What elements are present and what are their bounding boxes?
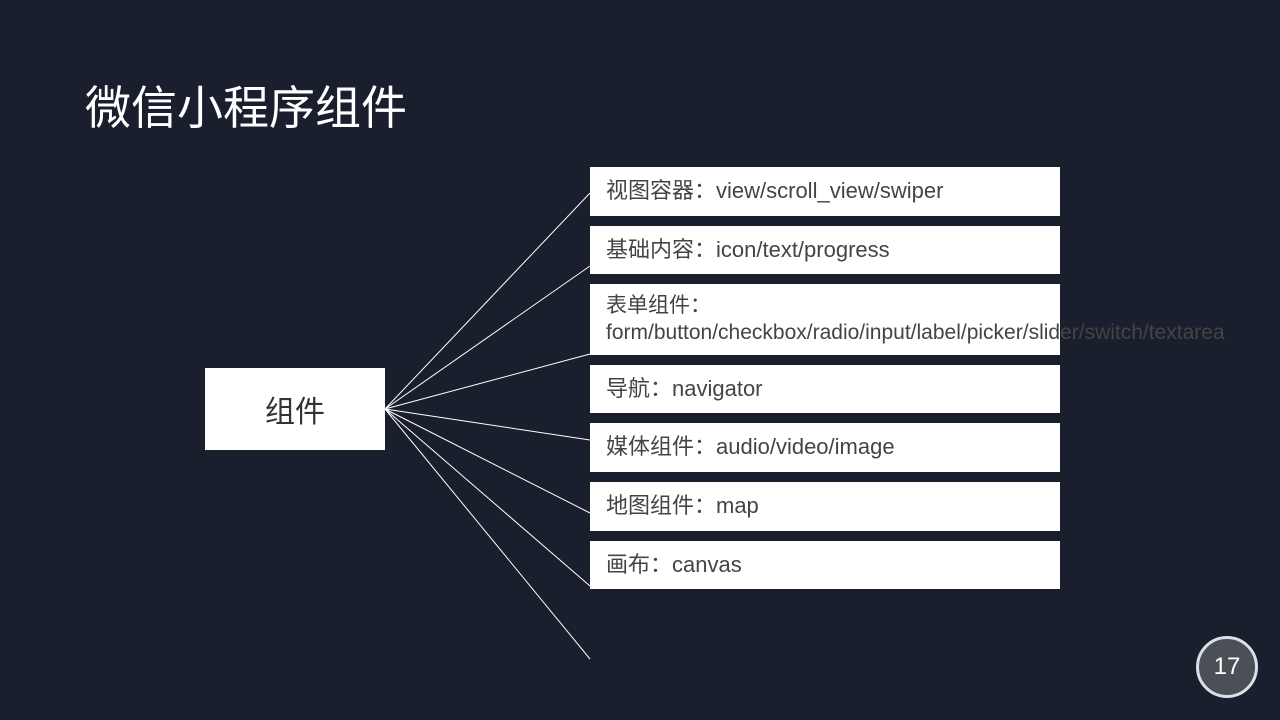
diagram-item: 基础内容：icon/text/progress [590,226,1060,275]
page-number-badge: 17 [1196,636,1258,698]
slide-title: 微信小程序组件 [85,72,407,138]
diagram-item: 视图容器：view/scroll_view/swiper [590,167,1060,216]
diagram-item: 媒体组件：audio/video/image [590,423,1060,472]
diagram-item: 画布：canvas [590,541,1060,590]
diagram-item: 地图组件：map [590,482,1060,531]
diagram-items: 视图容器：view/scroll_view/swiper 基础内容：icon/t… [590,167,1060,589]
diagram-root: 组件 [205,368,385,450]
diagram-item: 导航：navigator [590,365,1060,414]
diagram-item: 表单组件：form/button/checkbox/radio/input/la… [590,284,1060,355]
